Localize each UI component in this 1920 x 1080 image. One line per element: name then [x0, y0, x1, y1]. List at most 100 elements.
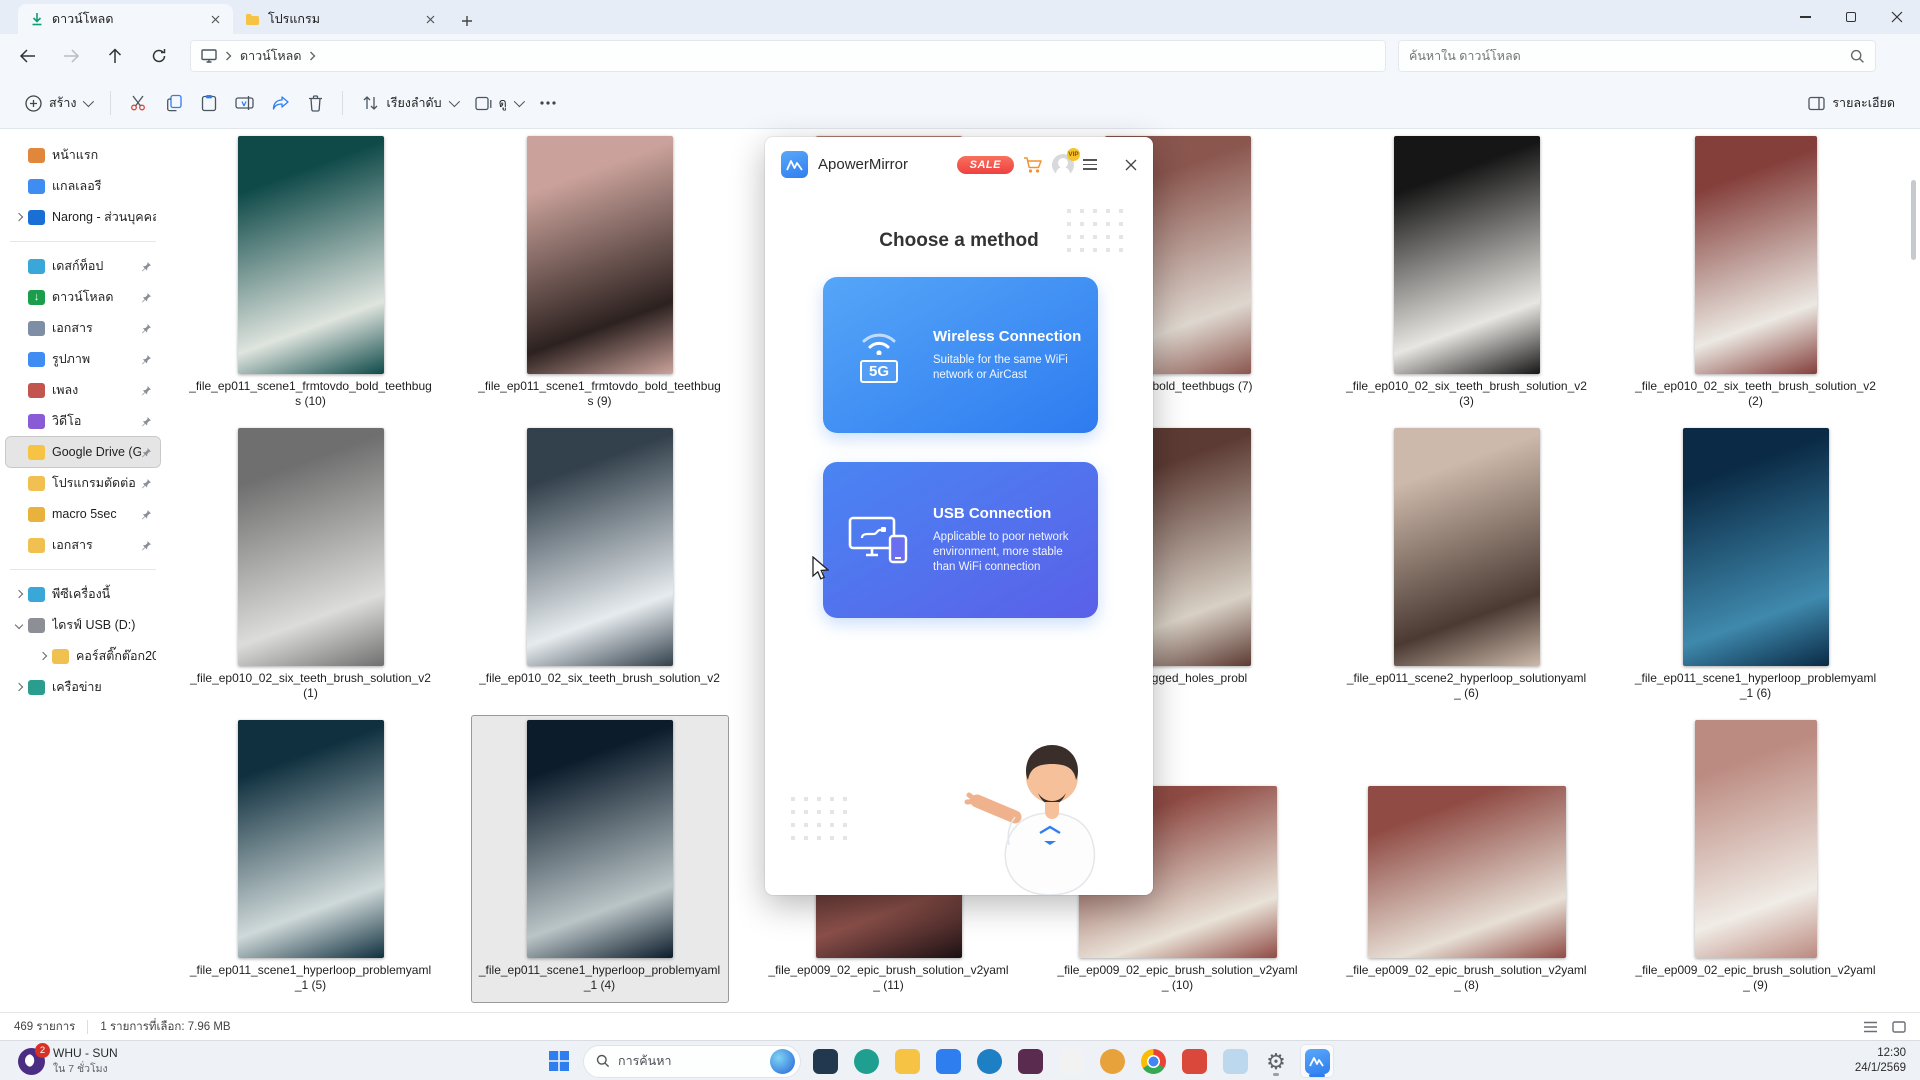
scrollbar-thumb[interactable]: [1911, 180, 1916, 260]
expander-chevron-icon[interactable]: [12, 680, 26, 694]
amber-app-icon: [1100, 1049, 1125, 1074]
sidebar-item-network[interactable]: เครือข่าย: [6, 672, 160, 702]
cut-button[interactable]: [121, 87, 157, 119]
up-button[interactable]: [104, 45, 126, 67]
tab-close-icon[interactable]: [207, 11, 223, 27]
new-button[interactable]: สร้าง: [16, 86, 100, 120]
tab-close-icon[interactable]: [422, 11, 438, 27]
sidebar-item-music[interactable]: เพลง: [6, 375, 160, 405]
sort-button[interactable]: เรียงลำดับ: [353, 86, 465, 120]
new-tab-button[interactable]: [454, 8, 480, 34]
view-button[interactable]: ดู: [466, 86, 531, 120]
weather-widget[interactable]: 2 WHU - SUN ใน 7 ชั่วโมง: [10, 1044, 126, 1079]
expander-chevron-icon[interactable]: [12, 210, 26, 224]
taskbar-app-light-blue-app[interactable]: [1218, 1044, 1252, 1078]
refresh-button[interactable]: [148, 45, 170, 67]
sidebar-item-documents-folder[interactable]: เอกสาร: [6, 530, 160, 560]
window-close-button[interactable]: [1874, 0, 1920, 34]
expander-chevron-icon[interactable]: [36, 649, 50, 663]
file-item[interactable]: _file_ep009_02_epic_brush_solution_v2yam…: [1339, 716, 1595, 1002]
search-box[interactable]: [1398, 40, 1876, 72]
usb-connection-card[interactable]: USB Connection Applicable to poor networ…: [823, 462, 1098, 618]
paste-button[interactable]: [192, 87, 226, 119]
account-avatar[interactable]: VIP: [1052, 154, 1074, 176]
menu-icon[interactable]: [1083, 159, 1097, 170]
copy-button[interactable]: [157, 87, 192, 119]
sidebar-item-home[interactable]: หน้าแรก: [6, 140, 160, 170]
rename-button[interactable]: [226, 88, 263, 118]
sidebar-item-usb-drive[interactable]: ไดรฟ์ USB (D:): [6, 610, 160, 640]
dialog-minimize-button[interactable]: [1106, 161, 1114, 169]
sidebar-item-this-pc[interactable]: พีซีเครื่องนี้: [6, 579, 160, 609]
file-item[interactable]: _file_ep010_02_six_teeth_brush_solution_…: [1339, 132, 1595, 418]
taskbar-app-photos-app[interactable]: [1013, 1044, 1047, 1078]
large-icons-view-icon[interactable]: [1892, 1021, 1906, 1033]
sidebar-item-downloads[interactable]: ↓ดาวน์โหลด: [6, 282, 160, 312]
file-item[interactable]: _file_ep011_scene1_hyperloop_problemyaml…: [1628, 424, 1884, 710]
taskbar-app-red-app[interactable]: [1177, 1044, 1211, 1078]
sidebar-item-desktop[interactable]: เดสก์ท็อป: [6, 251, 160, 281]
expander-chevron-icon[interactable]: [12, 587, 26, 601]
file-item[interactable]: _file_ep010_02_six_teeth_brush_solution_…: [183, 424, 439, 710]
details-pane-label: รายละเอียด: [1832, 93, 1895, 113]
sidebar-item-gallery[interactable]: แกลเลอรี: [6, 171, 160, 201]
taskbar-app-file-explorer[interactable]: [890, 1044, 924, 1078]
taskbar-app-settings-gear[interactable]: ⚙: [1259, 1044, 1293, 1078]
sidebar-item-tiktok-course[interactable]: คอร์สติ๊กต๊อก2026: [6, 641, 160, 671]
cut-icon: [130, 94, 148, 112]
sidebar-item-google-drive[interactable]: Google Drive (G:): [6, 437, 160, 467]
taskbar-app-capcut-app[interactable]: [1054, 1044, 1088, 1078]
tab-programs[interactable]: โปรแกรม: [233, 4, 448, 34]
file-item[interactable]: _file_ep011_scene1_frmtovdo_bold_teethbu…: [472, 132, 728, 418]
taskbar-app-edge-browser[interactable]: [972, 1044, 1006, 1078]
file-item[interactable]: _file_ep011_scene2_hyperloop_solutionyam…: [1339, 424, 1595, 710]
file-name: _file_ep010_02_six_teeth_brush_solution_…: [479, 671, 720, 686]
scrollbar[interactable]: [1908, 132, 1918, 1010]
sidebar-item-editor-folder[interactable]: โปรแกรมตัดต่อ: [6, 468, 160, 498]
card-title: Wireless Connection: [933, 328, 1084, 345]
bing-orb-icon: [770, 1049, 795, 1074]
taskbar-app-chrome-browser[interactable]: [1136, 1044, 1170, 1078]
details-pane-button[interactable]: รายละเอียด: [1799, 86, 1904, 120]
share-button[interactable]: [263, 88, 299, 118]
file-item[interactable]: _file_ep009_02_epic_brush_solution_v2yam…: [1628, 716, 1884, 1002]
taskbar-app-apowermirror[interactable]: [1300, 1044, 1334, 1078]
expander-chevron-icon[interactable]: [12, 618, 26, 632]
wireless-connection-card[interactable]: 5G Wireless Connection Suitable for the …: [823, 277, 1098, 433]
file-item[interactable]: _file_ep010_02_six_teeth_brush_solution_…: [472, 424, 728, 710]
taskbar-app-dark-app[interactable]: [808, 1044, 842, 1078]
file-item[interactable]: _file_ep011_scene1_frmtovdo_bold_teethbu…: [183, 132, 439, 418]
taskbar-search[interactable]: การค้นหา: [583, 1045, 801, 1078]
forward-button[interactable]: [60, 45, 82, 67]
network-icon: [28, 680, 45, 695]
breadcrumb-item[interactable]: ดาวน์โหลด: [240, 46, 301, 66]
taskbar-app-microsoft-store[interactable]: [931, 1044, 965, 1078]
tab-downloads[interactable]: ดาวน์โหลด: [18, 4, 233, 34]
details-view-icon[interactable]: [1863, 1021, 1878, 1033]
weather-title: WHU - SUN: [53, 1046, 118, 1060]
taskbar-clock[interactable]: 12:30 24/1/2569: [1855, 1046, 1906, 1076]
sale-badge[interactable]: SALE: [957, 156, 1014, 174]
more-options-button[interactable]: [531, 94, 565, 112]
sidebar-item-videos[interactable]: วิดีโอ: [6, 406, 160, 436]
file-item[interactable]: _file_ep011_scene1_hyperloop_problemyaml…: [472, 716, 728, 1002]
sidebar-item-onedrive[interactable]: Narong - ส่วนบุคคล: [6, 202, 160, 232]
sidebar-item-documents[interactable]: เอกสาร: [6, 313, 160, 343]
music-icon: [28, 383, 45, 398]
back-button[interactable]: [16, 45, 38, 67]
search-input[interactable]: [1409, 49, 1850, 63]
cart-icon[interactable]: [1023, 156, 1043, 174]
window-minimize-button[interactable]: [1782, 0, 1828, 34]
start-button[interactable]: [542, 1044, 576, 1078]
file-item[interactable]: _file_ep010_02_six_teeth_brush_solution_…: [1628, 132, 1884, 418]
file-item[interactable]: _file_ep011_scene1_hyperloop_problemyaml…: [183, 716, 439, 1002]
taskbar-app-amber-app[interactable]: [1095, 1044, 1129, 1078]
dialog-close-button[interactable]: [1123, 157, 1139, 173]
window-maximize-button[interactable]: [1828, 0, 1874, 34]
breadcrumb[interactable]: ดาวน์โหลด: [190, 40, 1386, 72]
sidebar-item-pictures[interactable]: รูปภาพ: [6, 344, 160, 374]
pin-icon: [141, 416, 152, 427]
taskbar-app-teal-circle-app[interactable]: [849, 1044, 883, 1078]
sidebar-item-macro-5sec[interactable]: macro 5sec: [6, 499, 160, 529]
delete-button[interactable]: [299, 88, 332, 119]
